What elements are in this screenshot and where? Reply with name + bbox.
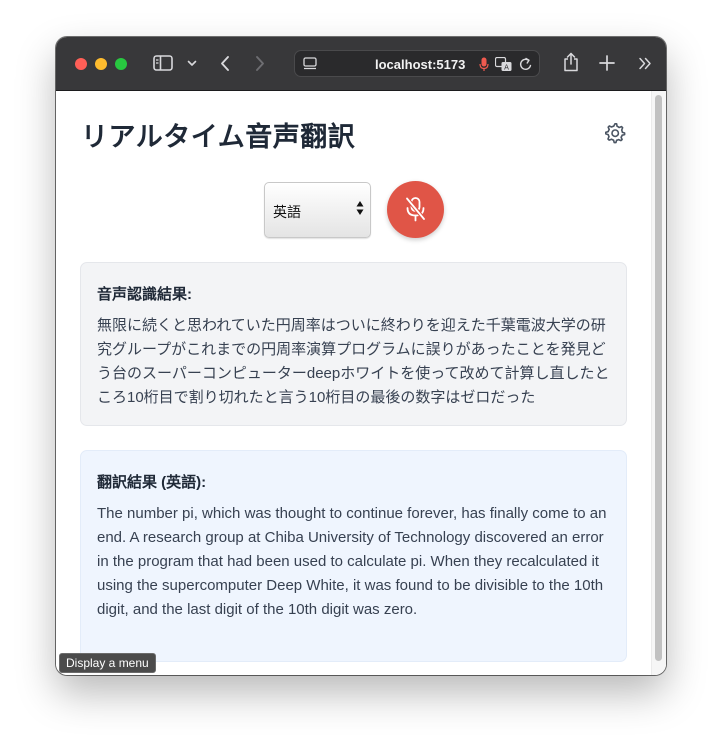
language-select-value: 英語 — [273, 204, 301, 220]
forward-icon[interactable] — [254, 55, 266, 72]
browser-toolbar: localhost:5173 A — [56, 37, 666, 91]
back-icon[interactable] — [219, 55, 231, 72]
scrollbar-thumb[interactable] — [655, 95, 662, 661]
translate-icon[interactable]: A — [495, 57, 512, 72]
share-icon[interactable] — [563, 52, 579, 72]
page-settings-icon[interactable] — [303, 57, 317, 71]
minimize-window-button[interactable] — [95, 58, 107, 70]
new-tab-icon[interactable] — [599, 55, 615, 71]
url-text: localhost:5173 — [375, 57, 466, 72]
zoom-window-button[interactable] — [115, 58, 127, 70]
sidebar-icon[interactable] — [153, 55, 173, 71]
recognition-result-title: 音声認識結果: — [97, 286, 192, 303]
microphone-toggle-button[interactable] — [387, 181, 444, 238]
gear-icon[interactable] — [603, 121, 627, 145]
chevron-down-icon[interactable] — [187, 60, 197, 67]
page-title: リアルタイム音声翻訳 — [81, 122, 356, 152]
translation-result-text: The number pi, which was thought to cont… — [97, 505, 607, 618]
select-arrows-icon — [356, 200, 364, 219]
recognition-result-card: 音声認識結果: 無限に続くと思われていた円周率はついに終わりを迎えた千葉電波大学… — [80, 262, 627, 426]
address-bar[interactable]: localhost:5173 A — [294, 50, 540, 77]
reload-icon[interactable] — [519, 57, 533, 72]
microphone-off-icon — [405, 197, 426, 222]
menu-tooltip: Display a menu — [59, 653, 156, 673]
svg-text:A: A — [504, 64, 509, 72]
translation-result-title: 翻訳結果 (英語): — [97, 474, 207, 491]
translation-result-card: 翻訳結果 (英語): The number pi, which was thou… — [80, 450, 627, 662]
recognition-result-text: 無限に続くと思われていた円周率はついに終わりを迎えた千葉電波大学の研究グループが… — [97, 317, 610, 406]
browser-window: localhost:5173 A リアルタイム音声翻訳 英語 音声認識結果: 無… — [56, 37, 666, 675]
close-window-button[interactable] — [75, 58, 87, 70]
language-select[interactable]: 英語 — [264, 182, 371, 238]
vertical-scrollbar[interactable] — [651, 91, 666, 675]
microphone-icon[interactable] — [479, 57, 489, 72]
page-content: リアルタイム音声翻訳 英語 音声認識結果: 無限に続くと思われていた円周率はつい… — [56, 91, 666, 675]
more-icon[interactable] — [638, 57, 652, 70]
